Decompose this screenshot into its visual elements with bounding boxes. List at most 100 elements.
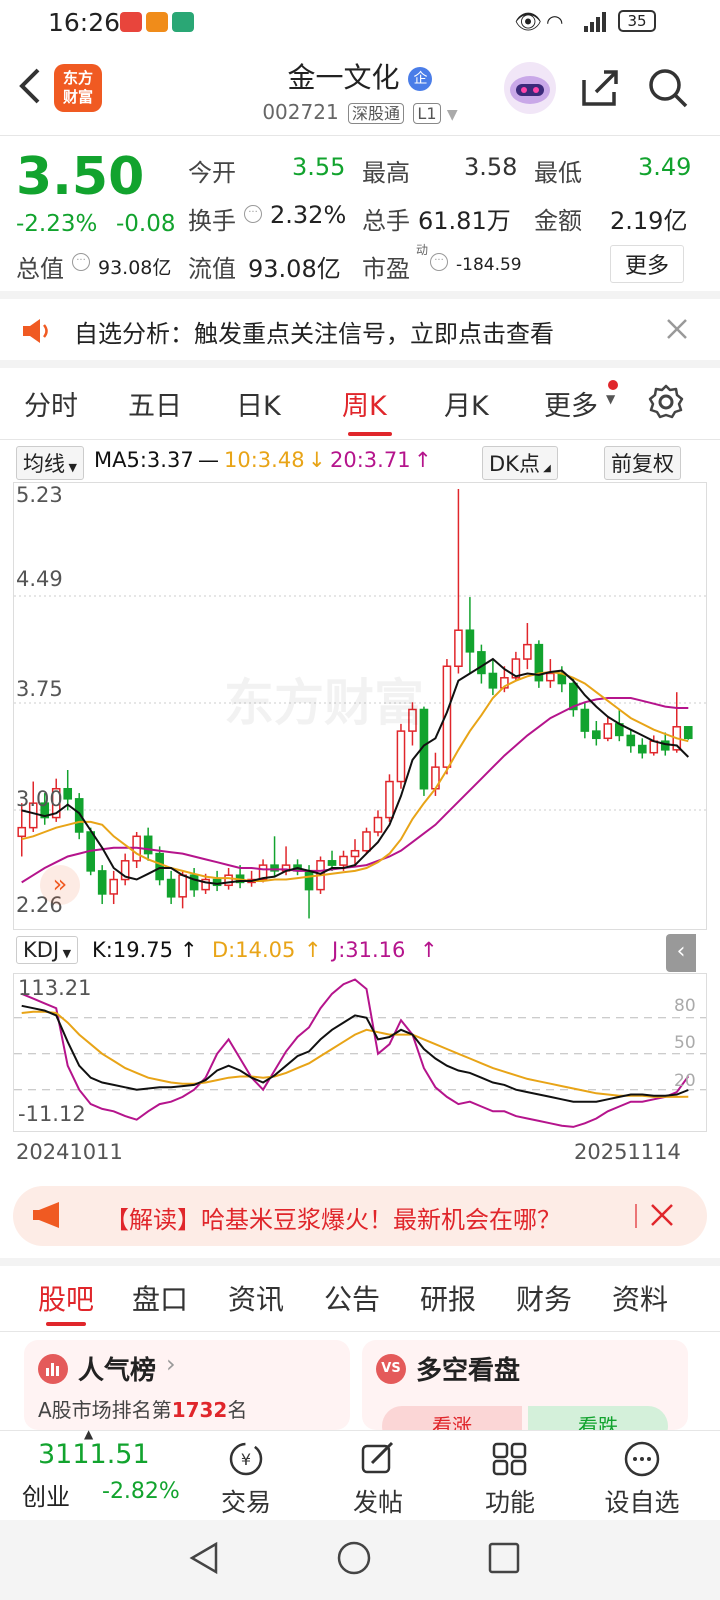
- candle-body: [63, 787, 73, 800]
- chevron-right-icon: ›: [166, 1350, 176, 1378]
- tab-profile[interactable]: 资料: [612, 1278, 668, 1318]
- close-icon[interactable]: [649, 1202, 675, 1232]
- ma10-value: 10:3.48: [224, 448, 305, 472]
- share-icon[interactable]: [578, 66, 622, 114]
- vs-icon: VS: [376, 1354, 406, 1384]
- kdj-y-label-bottom: -11.12: [18, 1102, 86, 1126]
- candle-body: [465, 629, 475, 653]
- tab-intraday[interactable]: 分时: [24, 384, 78, 423]
- collapse-panel-icon[interactable]: ‹: [666, 934, 696, 972]
- banner-text: 自选分析：触发重点关注信号，立即点击查看: [74, 320, 554, 348]
- kdj-j-up-arrow-icon: ↑: [420, 938, 438, 962]
- promo-banner[interactable]: 【解读】哈基米豆浆爆火！最新机会在哪？: [13, 1186, 707, 1246]
- popularity-card[interactable]: 人气榜 › A股市场排名第1732名: [24, 1340, 350, 1430]
- candle-body: [178, 874, 187, 898]
- candlestick-chart[interactable]: 5.23 4.49 3.75 3.00 2.26 东方财富 »: [13, 482, 707, 930]
- kdj-k-value: K:19.75: [92, 938, 173, 962]
- tab-news[interactable]: 资讯: [228, 1278, 284, 1318]
- ma5-trend: —: [198, 448, 219, 472]
- candle-body: [97, 870, 107, 895]
- exchange-tag: 深股通: [348, 103, 405, 124]
- index-change: -2.82%: [102, 1479, 180, 1504]
- corner-triangle-icon: ◢: [539, 463, 551, 474]
- post-button[interactable]: 发帖: [328, 1441, 428, 1519]
- kdj-ref-50: 50: [674, 1033, 696, 1053]
- dk-point-select[interactable]: DK点 ◢: [482, 446, 558, 480]
- y-label-3: 3.75: [16, 677, 63, 701]
- chart-controls: 均线 ▼ MA5:3.37 — 10:3.48 ↓ 20:3.71 ↑ DK点 …: [0, 442, 720, 482]
- candle-body: [592, 730, 601, 740]
- ma10-down-arrow-icon: ↓: [308, 448, 326, 472]
- kdj-d-up-arrow-icon: ↑: [304, 938, 322, 962]
- close-icon[interactable]: [664, 316, 690, 346]
- functions-button[interactable]: 功能: [460, 1441, 560, 1519]
- tab-monthly-k[interactable]: 月K: [444, 384, 489, 423]
- system-back-icon[interactable]: [186, 1540, 222, 1580]
- quote-panel: 3.50 -2.23% -0.08 今开 3.55 最高 3.58 最低 3.4…: [0, 137, 720, 299]
- candle-body: [649, 740, 659, 754]
- pe-label: 市盈: [362, 255, 410, 283]
- low-label: 最低: [534, 159, 582, 187]
- settings-gear-icon[interactable]: [646, 382, 686, 426]
- system-navigation-bar: [0, 1520, 720, 1600]
- double-chevron-icon[interactable]: »: [40, 865, 80, 905]
- kdj-chart[interactable]: 113.21 -11.12 80 50 20: [13, 973, 707, 1132]
- candle-body: [603, 723, 613, 740]
- popularity-rank-text: A股市场排名第1732名: [38, 1394, 247, 1423]
- candle-body: [327, 860, 337, 866]
- current-price: 3.50: [16, 147, 145, 207]
- candle-body: [166, 878, 176, 898]
- vote-up-button[interactable]: 看涨: [382, 1406, 522, 1430]
- float-cap-value: 93.08亿: [248, 255, 341, 283]
- vote-down-button[interactable]: 看跌: [528, 1406, 668, 1430]
- candle-body: [385, 780, 394, 819]
- index-value[interactable]: 3111.51: [38, 1439, 150, 1470]
- tab-announcements[interactable]: 公告: [324, 1278, 380, 1318]
- indicator-select[interactable]: KDJ ▼: [16, 936, 79, 964]
- pe-superscript: 动: [416, 243, 429, 257]
- low-value: 3.49: [638, 153, 692, 181]
- pe-value: -184.59: [456, 255, 522, 275]
- status-time: 16:26: [48, 8, 121, 37]
- tab-forum[interactable]: 股吧: [38, 1278, 94, 1318]
- high-label: 最高: [362, 159, 410, 187]
- notification-dot: [608, 380, 618, 390]
- system-recents-icon[interactable]: [486, 1540, 522, 1580]
- add-watchlist-label: 设自选: [604, 1488, 680, 1517]
- bull-bear-card[interactable]: VS 多空看盘 看涨 看跌: [362, 1340, 688, 1430]
- rank-suffix: 名: [227, 1398, 248, 1422]
- system-home-icon[interactable]: [336, 1540, 372, 1580]
- battery-icon: 35: [618, 10, 656, 32]
- more-quote-button[interactable]: 更多: [610, 245, 685, 283]
- tab-weekly-k[interactable]: 周K: [342, 384, 387, 423]
- float-cap-label: 流值: [188, 255, 236, 283]
- add-watchlist-button[interactable]: 设自选: [592, 1441, 692, 1519]
- analysis-banner[interactable]: 自选分析：触发重点关注信号，立即点击查看: [0, 300, 720, 368]
- amount-value: 2.19亿: [610, 207, 688, 235]
- search-icon[interactable]: [646, 66, 690, 114]
- candle-body: [396, 730, 406, 783]
- ma-select[interactable]: 均线 ▼: [16, 446, 84, 480]
- tab-more[interactable]: 更多: [544, 384, 598, 423]
- kdj-j-value: J:31.16: [332, 938, 406, 962]
- info-dots-icon[interactable]: ···: [244, 205, 262, 223]
- top-navigation: 东方 财富 金一文化 企 002721 深股通 L1 ▼: [0, 44, 720, 136]
- tab-daily-k[interactable]: 日K: [236, 384, 281, 423]
- candle-body: [109, 878, 118, 895]
- assistant-robot-icon[interactable]: [504, 62, 556, 114]
- info-dots-icon[interactable]: ···: [72, 253, 90, 271]
- index-name[interactable]: 创业: [22, 1477, 70, 1512]
- tab-five-day[interactable]: 五日: [128, 384, 182, 423]
- tab-research[interactable]: 研报: [420, 1278, 476, 1318]
- y-label-2: 4.49: [16, 567, 63, 591]
- adjust-select[interactable]: 前复权: [604, 446, 681, 480]
- tab-order-book[interactable]: 盘口: [132, 1278, 188, 1318]
- divider: [635, 1204, 637, 1228]
- candle-body: [683, 726, 693, 740]
- info-dots-icon[interactable]: ···: [430, 253, 448, 271]
- app-notification-icons: [120, 12, 194, 36]
- stock-code: 002721: [262, 100, 339, 124]
- tab-financials[interactable]: 财务: [516, 1278, 572, 1318]
- trade-button[interactable]: ¥ 交易: [196, 1441, 296, 1519]
- candle-body: [477, 651, 486, 675]
